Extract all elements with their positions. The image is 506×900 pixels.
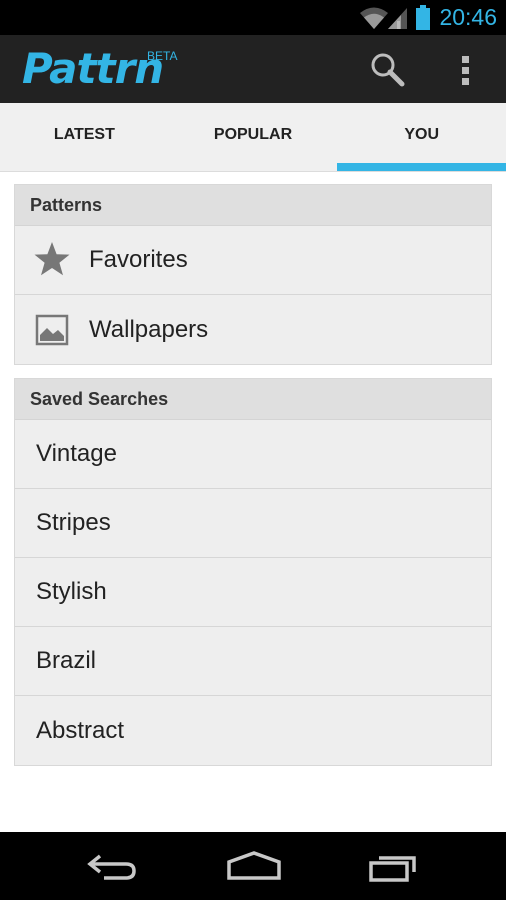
tab-label: YOU <box>404 126 440 143</box>
list-item-vintage[interactable]: Vintage <box>15 420 491 489</box>
status-time: 20:46 <box>439 4 497 30</box>
back-button[interactable] <box>86 850 138 889</box>
list-item-wallpapers[interactable]: Wallpapers <box>15 295 491 364</box>
action-bar: Pattrn BETA <box>0 35 506 103</box>
picture-icon <box>32 310 72 350</box>
beta-badge: BETA <box>147 49 178 63</box>
list-item-stripes[interactable]: Stripes <box>15 489 491 558</box>
tab-popular[interactable]: POPULAR <box>169 103 338 171</box>
home-button[interactable] <box>226 850 282 889</box>
tab-label: LATEST <box>53 126 115 143</box>
tab-label: POPULAR <box>213 126 293 143</box>
overflow-menu-button[interactable] <box>452 51 480 87</box>
star-icon <box>32 240 72 280</box>
navigation-bar <box>0 832 506 900</box>
section-header: Saved Searches <box>15 379 491 420</box>
list-item-label: Stylish <box>36 578 107 605</box>
status-icons: 20:46 <box>359 0 506 35</box>
saved-searches-section: Saved Searches Vintage Stripes Stylish B… <box>14 378 492 766</box>
status-bar: 20:46 <box>0 0 506 35</box>
tab-you[interactable]: YOU <box>337 103 506 171</box>
list-item-label: Stripes <box>36 509 111 536</box>
list-item-stylish[interactable]: Stylish <box>15 558 491 627</box>
list-item-favorites[interactable]: Favorites <box>15 226 491 295</box>
search-button[interactable] <box>368 51 406 87</box>
back-icon <box>87 854 136 880</box>
list-item-label: Vintage <box>36 440 117 467</box>
list-item-label: Wallpapers <box>89 315 209 343</box>
tab-bar: LATEST POPULAR YOU <box>0 103 506 172</box>
home-icon <box>227 851 281 880</box>
section-header: Patterns <box>15 185 491 226</box>
list-item-brazil[interactable]: Brazil <box>15 627 491 696</box>
app-logo: Pattrn <box>22 44 164 93</box>
list-item-label: Brazil <box>36 647 97 674</box>
overflow-menu-icon <box>462 56 469 85</box>
battery-icon <box>416 4 431 30</box>
wifi-icon <box>360 7 389 29</box>
list-item-abstract[interactable]: Abstract <box>15 696 491 765</box>
search-icon <box>371 53 405 87</box>
recent-apps-button[interactable] <box>368 850 420 889</box>
tab-active-indicator <box>337 163 506 171</box>
recent-apps-icon <box>369 856 416 882</box>
patterns-section: Patterns Favorites Wallpapers <box>14 184 492 365</box>
signal-icon <box>388 7 408 29</box>
tab-latest[interactable]: LATEST <box>0 103 169 171</box>
list-item-label: Favorites <box>89 246 188 273</box>
list-item-label: Abstract <box>36 716 125 744</box>
